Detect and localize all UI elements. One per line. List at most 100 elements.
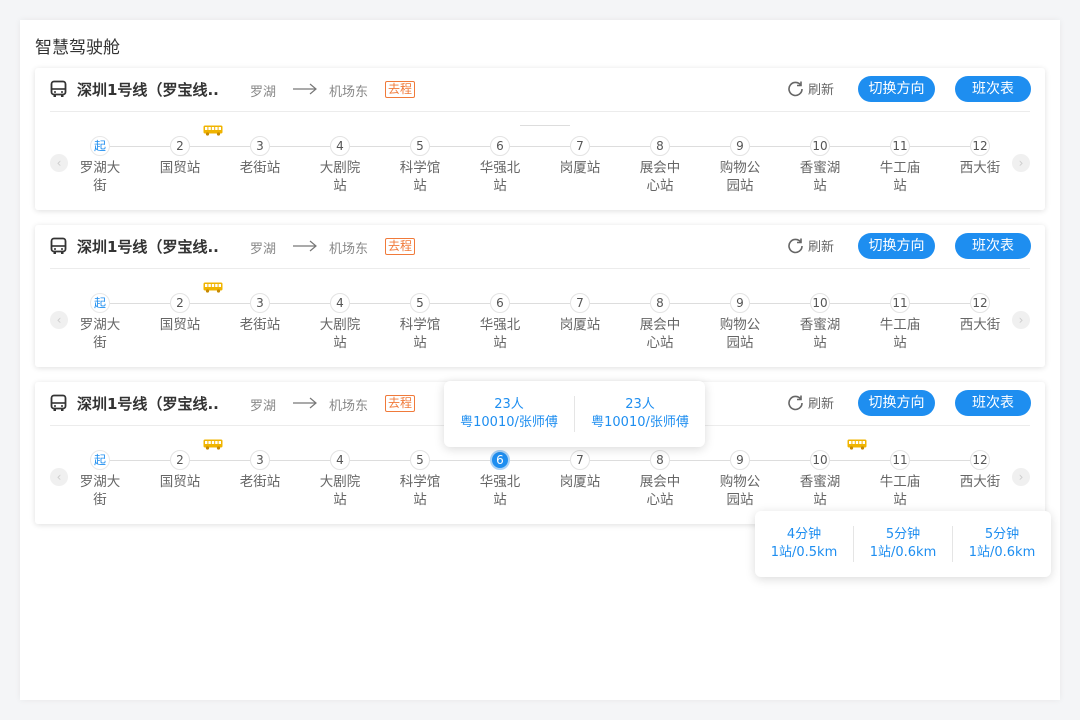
station-number: 9 xyxy=(730,450,750,470)
schedule-button[interactable]: 班次表 xyxy=(955,76,1031,102)
station-name: 西大街 xyxy=(959,160,1001,176)
station-item[interactable]: 9 购物公园站 xyxy=(710,136,770,195)
station-item[interactable]: 6 华强北站 xyxy=(470,450,530,509)
switch-direction-button[interactable]: 切换方向 xyxy=(858,390,935,416)
station-item[interactable]: 8 展会中心站 xyxy=(630,136,690,195)
station-item[interactable]: 6 华强北站 xyxy=(470,293,530,352)
station-item[interactable]: 7 岗厦站 xyxy=(550,450,610,491)
station-item[interactable]: 9 购物公园站 xyxy=(710,450,770,509)
station-item[interactable]: 4 大剧院站 xyxy=(310,136,370,195)
station-item[interactable]: 11 牛工庙站 xyxy=(870,450,930,509)
station-item[interactable]: 10 香蜜湖站 xyxy=(790,136,850,195)
bus-side-icon[interactable] xyxy=(203,439,223,450)
station-item[interactable]: 起罗湖大街 xyxy=(70,293,130,352)
schedule-button[interactable]: 班次表 xyxy=(955,390,1031,416)
station-number: 6 xyxy=(490,136,510,156)
bus-side-icon[interactable] xyxy=(203,282,223,293)
station-item[interactable]: 9 购物公园站 xyxy=(710,293,770,352)
station-name: 香蜜湖站 xyxy=(799,474,841,508)
station-name: 购物公园站 xyxy=(719,474,761,508)
station-number: 6 xyxy=(490,450,510,470)
station-name: 展会中心站 xyxy=(639,474,681,508)
switch-direction-button[interactable]: 切换方向 xyxy=(858,233,935,259)
station-item[interactable]: 11 牛工庙站 xyxy=(870,293,930,352)
station-number: 8 xyxy=(650,293,670,313)
station-item[interactable]: 10 香蜜湖站 xyxy=(790,450,850,509)
station-number: 8 xyxy=(650,450,670,470)
line-name[interactable]: 深圳1号线（罗宝线.. xyxy=(77,79,219,100)
station-item[interactable]: 6 华强北站 xyxy=(470,136,530,195)
station-number: 10 xyxy=(810,136,830,156)
direction-badge: 去程 xyxy=(385,238,416,255)
station-item[interactable]: 10 香蜜湖站 xyxy=(790,293,850,352)
station-item[interactable]: 7 岗厦站 xyxy=(550,293,610,334)
station-item[interactable]: 5 科学馆站 xyxy=(390,136,450,195)
card-header: 深圳1号线（罗宝线.. 罗湖 机场东 去程 刷新 切换方向 班次表 xyxy=(50,68,1031,112)
switch-direction-button[interactable]: 切换方向 xyxy=(858,76,935,102)
station-number: 12 xyxy=(970,293,990,313)
station-number: 6 xyxy=(490,293,510,313)
station-item[interactable]: 8 展会中心站 xyxy=(630,293,690,352)
station-number: 10 xyxy=(810,450,830,470)
station-item[interactable]: 5 科学馆站 xyxy=(390,450,450,509)
station-number: 3 xyxy=(250,293,270,313)
eta-distance: 1站/0.6km xyxy=(869,545,937,560)
station-item[interactable]: 2 国贸站 xyxy=(150,450,210,491)
station-item[interactable]: 4 大剧院站 xyxy=(310,450,370,509)
station-number: 8 xyxy=(650,136,670,156)
station-name: 岗厦站 xyxy=(559,317,601,333)
bus-front-icon xyxy=(50,237,67,254)
refresh-button[interactable]: 刷新 xyxy=(787,236,834,255)
eta-info: 4分钟 1站/0.5km xyxy=(755,526,853,562)
station-name: 购物公园站 xyxy=(719,160,761,194)
station-item[interactable]: 2 国贸站 xyxy=(150,293,210,334)
station-item[interactable]: 12 西大街 xyxy=(950,293,1010,334)
station-item[interactable]: 起罗湖大街 xyxy=(70,450,130,509)
passenger-count: 23人 xyxy=(625,397,655,412)
bus-side-icon[interactable] xyxy=(203,125,223,136)
line-name[interactable]: 深圳1号线（罗宝线.. xyxy=(77,236,219,257)
bus-side-icon[interactable] xyxy=(847,439,867,450)
station-name: 展会中心站 xyxy=(639,317,681,351)
refresh-icon xyxy=(788,395,803,411)
station-name: 华强北站 xyxy=(479,160,521,194)
station-item[interactable]: 12 西大街 xyxy=(950,136,1010,177)
station-number: 9 xyxy=(730,293,750,313)
refresh-button[interactable]: 刷新 xyxy=(787,393,834,412)
station-item[interactable]: 起罗湖大街 xyxy=(70,136,130,195)
station-number: 2 xyxy=(170,450,190,470)
bus-front-icon xyxy=(50,394,67,411)
direction-badge: 去程 xyxy=(385,395,416,412)
card-header: 深圳1号线（罗宝线.. 罗湖 机场东 去程 刷新 切换方向 班次表 xyxy=(50,225,1031,269)
station-item[interactable]: 7 岗厦站 xyxy=(550,136,610,177)
station-item[interactable]: 2 国贸站 xyxy=(150,136,210,177)
bus-front-icon xyxy=(50,80,67,97)
station-name: 购物公园站 xyxy=(719,317,761,351)
station-item[interactable]: 12 西大街 xyxy=(950,450,1010,491)
station-item[interactable]: 5 科学馆站 xyxy=(390,293,450,352)
refresh-button[interactable]: 刷新 xyxy=(787,79,834,98)
station-item[interactable]: 3 老街站 xyxy=(230,293,290,334)
station-number: 9 xyxy=(730,136,750,156)
station-item[interactable]: 3 老街站 xyxy=(230,136,290,177)
station-name: 岗厦站 xyxy=(559,474,601,490)
station-name: 国贸站 xyxy=(159,474,201,490)
line-name[interactable]: 深圳1号线（罗宝线.. xyxy=(77,393,219,414)
station-item[interactable]: 3 老街站 xyxy=(230,450,290,491)
station-name: 岗厦站 xyxy=(559,160,601,176)
station-name: 香蜜湖站 xyxy=(799,317,841,351)
refresh-label: 刷新 xyxy=(808,240,835,255)
line-card: 深圳1号线（罗宝线.. 罗湖 机场东 去程 刷新 切换方向 班次表 ‹ › 起罗湖大街 2 国贸站 3 老… xyxy=(35,68,1045,210)
station-track: 起罗湖大街 2 国贸站 3 老街站 4 大剧院站 5 科学馆站 6 华强北站 7 岗厦站 8 展会中心站 9 购… xyxy=(35,136,1045,206)
refresh-label: 刷新 xyxy=(808,83,835,98)
station-number: 4 xyxy=(330,136,350,156)
station-item[interactable]: 11 牛工庙站 xyxy=(870,136,930,195)
station-number: 10 xyxy=(810,293,830,313)
station-name: 牛工庙站 xyxy=(879,160,921,194)
eta-distance: 1站/0.6km xyxy=(968,545,1036,560)
station-name: 罗湖大街 xyxy=(79,474,121,508)
station-name: 国贸站 xyxy=(159,317,201,333)
station-item[interactable]: 4 大剧院站 xyxy=(310,293,370,352)
schedule-button[interactable]: 班次表 xyxy=(955,233,1031,259)
station-item[interactable]: 8 展会中心站 xyxy=(630,450,690,509)
